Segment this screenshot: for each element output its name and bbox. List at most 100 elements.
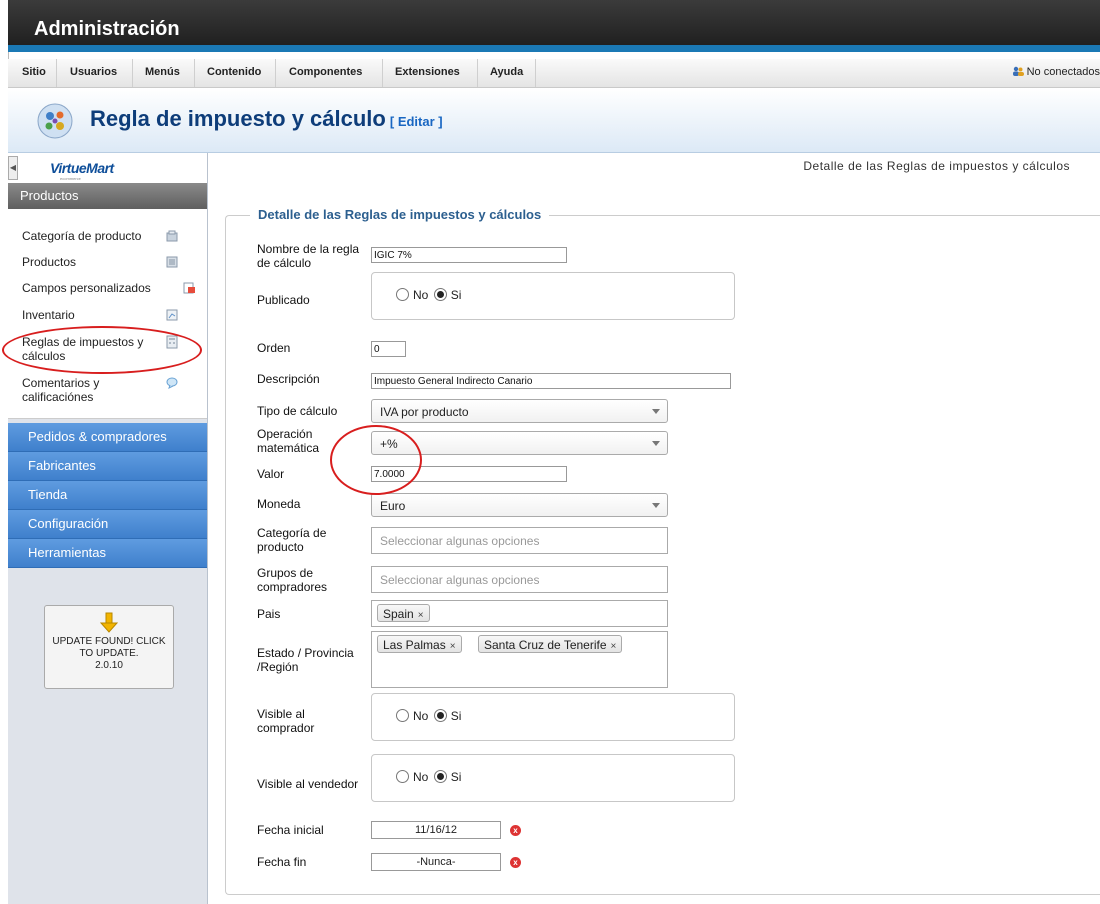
update-version: 2.0.10 <box>95 660 123 671</box>
grupos-placeholder: Seleccionar algunas opciones <box>380 573 540 587</box>
sidebar-item-categoria[interactable]: Categoría de producto <box>22 229 141 243</box>
edit-label: [ Editar ] <box>389 114 443 129</box>
chip-label: Spain <box>383 607 414 621</box>
visible-vendedor-radio-group: No Si <box>371 754 735 802</box>
admin-header: Administración <box>8 0 1100 52</box>
menu-sitio[interactable]: Sitio <box>22 66 46 78</box>
category-icon <box>166 230 178 242</box>
page-title: Regla de impuesto y cálculo[ Editar ] <box>90 106 443 132</box>
menu-usuarios[interactable]: Usuarios <box>70 66 117 78</box>
visible-vendedor-no-radio[interactable] <box>396 770 409 783</box>
menu-divider <box>194 59 195 87</box>
grupos-multiselect[interactable]: Seleccionar algunas opciones <box>371 566 668 593</box>
update-line2: TO UPDATE. <box>79 648 139 659</box>
visible-comprador-label: Visible al comprador <box>257 707 315 735</box>
section-label: Productos <box>20 188 79 203</box>
brand-subtitle: ecommerce <box>60 176 81 181</box>
remove-chip-icon[interactable]: × <box>611 641 617 652</box>
publicado-si-radio[interactable] <box>433 288 447 301</box>
menu-extensiones[interactable]: Extensiones <box>395 66 460 78</box>
fecha-fin-input[interactable]: -Nunca- <box>371 853 501 871</box>
publicado-no-radio[interactable] <box>396 288 409 301</box>
virtuemart-brand: ◀ VirtueMart ecommerce <box>8 153 207 183</box>
descripcion-input[interactable] <box>371 373 731 389</box>
estado-label: Estado / Provincia /Región <box>257 646 354 674</box>
sidebar-item-campos[interactable]: Campos personalizados <box>22 281 151 295</box>
tipo-value: IVA por producto <box>380 405 469 419</box>
chip-santa-cruz: Santa Cruz de Tenerife × <box>478 635 623 653</box>
section-herramientas[interactable]: Herramientas <box>8 539 207 568</box>
moneda-label: Moneda <box>257 497 301 511</box>
sidebar-item-productos[interactable]: Productos <box>22 255 76 269</box>
collapse-sidebar-button[interactable]: ◀ <box>8 156 18 180</box>
section-pedidos[interactable]: Pedidos & compradores <box>8 423 207 452</box>
fecha-inicial-label: Fecha inicial <box>257 823 324 837</box>
section-productos[interactable]: Productos <box>8 183 207 209</box>
page-header: Regla de impuesto y cálculo[ Editar ] <box>8 88 1100 153</box>
tipo-select[interactable]: IVA por producto <box>371 399 668 423</box>
fecha-inicial-input[interactable]: 11/16/12 <box>371 821 501 839</box>
operacion-value: +% <box>380 437 398 451</box>
menu-divider <box>56 59 57 87</box>
moneda-select[interactable]: Euro <box>371 493 668 517</box>
app-title: Administración <box>34 18 180 40</box>
visible-comprador-si-radio[interactable] <box>433 709 447 722</box>
update-button[interactable]: UPDATE FOUND! CLICK TO UPDATE. 2.0.10 <box>44 605 174 689</box>
chip-label: Las Palmas <box>383 638 446 652</box>
radio-label-no: No <box>413 709 429 723</box>
menu-divider <box>477 59 478 87</box>
chip-label: Santa Cruz de Tenerife <box>484 638 607 652</box>
sidebar: ◀ VirtueMart ecommerce Productos Categor… <box>8 153 208 904</box>
publicado-radio-group: No Si <box>371 272 735 320</box>
estado-multiselect[interactable]: Las Palmas × Santa Cruz de Tenerife × <box>371 631 668 688</box>
menu-componentes[interactable]: Componentes <box>289 66 362 78</box>
grupos-label: Grupos de compradores <box>257 566 328 594</box>
fieldset-legend: Detalle de las Reglas de impuestos y cál… <box>250 207 550 222</box>
brand-logo: VirtueMart <box>50 160 114 176</box>
section-label: Fabricantes <box>28 458 96 473</box>
inventory-icon <box>166 309 178 321</box>
section-fabricantes[interactable]: Fabricantes <box>8 452 207 481</box>
sidebar-item-reglas[interactable]: Reglas de impuestos y cálculos <box>22 335 152 363</box>
radio-label-si: Si <box>450 770 462 784</box>
clear-date-icon[interactable]: x <box>510 825 521 836</box>
menu-menus[interactable]: Menús <box>145 66 180 78</box>
content-heading: Detalle de las Reglas de impuestos y cál… <box>803 159 1070 173</box>
users-status[interactable]: No conectados <box>1012 66 1100 78</box>
valor-input[interactable] <box>371 466 567 482</box>
chip-spain: Spain × <box>377 604 430 622</box>
menu-divider <box>275 59 276 87</box>
menu-ayuda[interactable]: Ayuda <box>490 66 523 78</box>
remove-chip-icon[interactable]: × <box>418 610 424 621</box>
pais-multiselect[interactable]: Spain × <box>371 600 668 627</box>
section-label: Herramientas <box>28 545 107 560</box>
sidebar-item-inventario[interactable]: Inventario <box>22 308 75 322</box>
visible-comprador-no-radio[interactable] <box>396 709 409 722</box>
clear-date-icon[interactable]: x <box>510 857 521 868</box>
remove-chip-icon[interactable]: × <box>450 641 456 652</box>
operacion-select[interactable]: +% <box>371 431 668 455</box>
main-menu: Sitio Usuarios Menús Contenido Component… <box>8 59 1100 88</box>
menu-divider <box>535 59 536 87</box>
section-tienda[interactable]: Tienda <box>8 481 207 510</box>
chevron-down-icon <box>652 441 660 446</box>
orden-input[interactable] <box>371 341 406 357</box>
custom-fields-icon <box>183 282 195 294</box>
publicado-label: Publicado <box>257 293 310 307</box>
menu-contenido[interactable]: Contenido <box>207 66 261 78</box>
visible-vendedor-si-radio[interactable] <box>433 770 447 783</box>
sidebar-item-comentarios[interactable]: Comentarios y calificaciónes <box>22 376 152 404</box>
productos-submenu: Categoría de producto Productos Campos p… <box>8 209 207 419</box>
calculator-icon <box>166 335 178 349</box>
categoria-multiselect[interactable]: Seleccionar algunas opciones <box>371 527 668 554</box>
nombre-input[interactable] <box>371 247 567 263</box>
tipo-label: Tipo de cálculo <box>257 404 338 418</box>
moneda-value: Euro <box>380 499 406 513</box>
radio-label-no: No <box>413 288 429 302</box>
menu-divider <box>382 59 383 87</box>
pais-label: Pais <box>257 607 281 621</box>
accent-stripe <box>8 45 1100 52</box>
main-content: Detalle de las Reglas de impuestos y cál… <box>215 153 1100 904</box>
operacion-label: Operación matemática <box>257 427 320 455</box>
section-configuracion[interactable]: Configuración <box>8 510 207 539</box>
